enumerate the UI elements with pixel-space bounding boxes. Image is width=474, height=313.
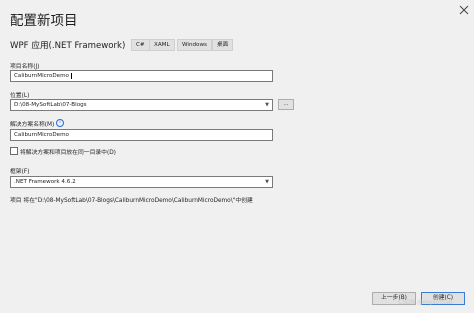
same-dir-label[interactable]: 将解决方案和项目放在同一目录中(D) — [20, 147, 116, 156]
close-icon[interactable] — [458, 4, 470, 16]
framework-value: .NET Framework 4.6.2 — [14, 179, 76, 185]
chevron-down-icon: ▼ — [265, 102, 269, 108]
location-value: D:\08-MySoftLab\07-Blogs — [14, 102, 87, 108]
info-icon[interactable]: i — [56, 119, 64, 127]
tag-xaml: XAML — [149, 39, 175, 51]
template-name: WPF 应用(.NET Framework) — [10, 41, 126, 51]
chevron-down-icon: ▼ — [265, 179, 269, 185]
watermark: CSDN @mysoftlab — [398, 299, 453, 306]
text-caret — [71, 73, 72, 79]
framework-dropdown[interactable]: .NET Framework 4.6.2 ▼ — [10, 176, 273, 188]
framework-label: 框架(F) — [10, 169, 30, 175]
page-title: 配置新项目 — [10, 13, 78, 29]
project-name-input[interactable]: CaliburnMicroDemo — [10, 70, 273, 82]
tag-csharp: C# — [131, 39, 150, 51]
same-dir-checkbox[interactable] — [10, 147, 18, 155]
browse-button[interactable]: ... — [278, 99, 294, 110]
location-dropdown[interactable]: D:\08-MySoftLab\07-Blogs ▼ — [10, 99, 273, 111]
project-path-summary: 项目 将在"D:\08-MySoftLab\07-Blogs\CaliburnM… — [10, 198, 253, 204]
project-name-label: 项目名称(J) — [10, 64, 40, 70]
solution-name-input[interactable]: CaliburnMicroDemo — [10, 129, 273, 141]
tag-windows: Windows — [177, 39, 212, 51]
location-label: 位置(L) — [10, 93, 30, 99]
solution-name-label: 解决方案名称(M) — [10, 122, 55, 128]
solution-name-value: CaliburnMicroDemo — [14, 132, 69, 138]
project-name-value: CaliburnMicroDemo — [14, 73, 69, 79]
tag-desktop: 桌面 — [212, 39, 234, 51]
